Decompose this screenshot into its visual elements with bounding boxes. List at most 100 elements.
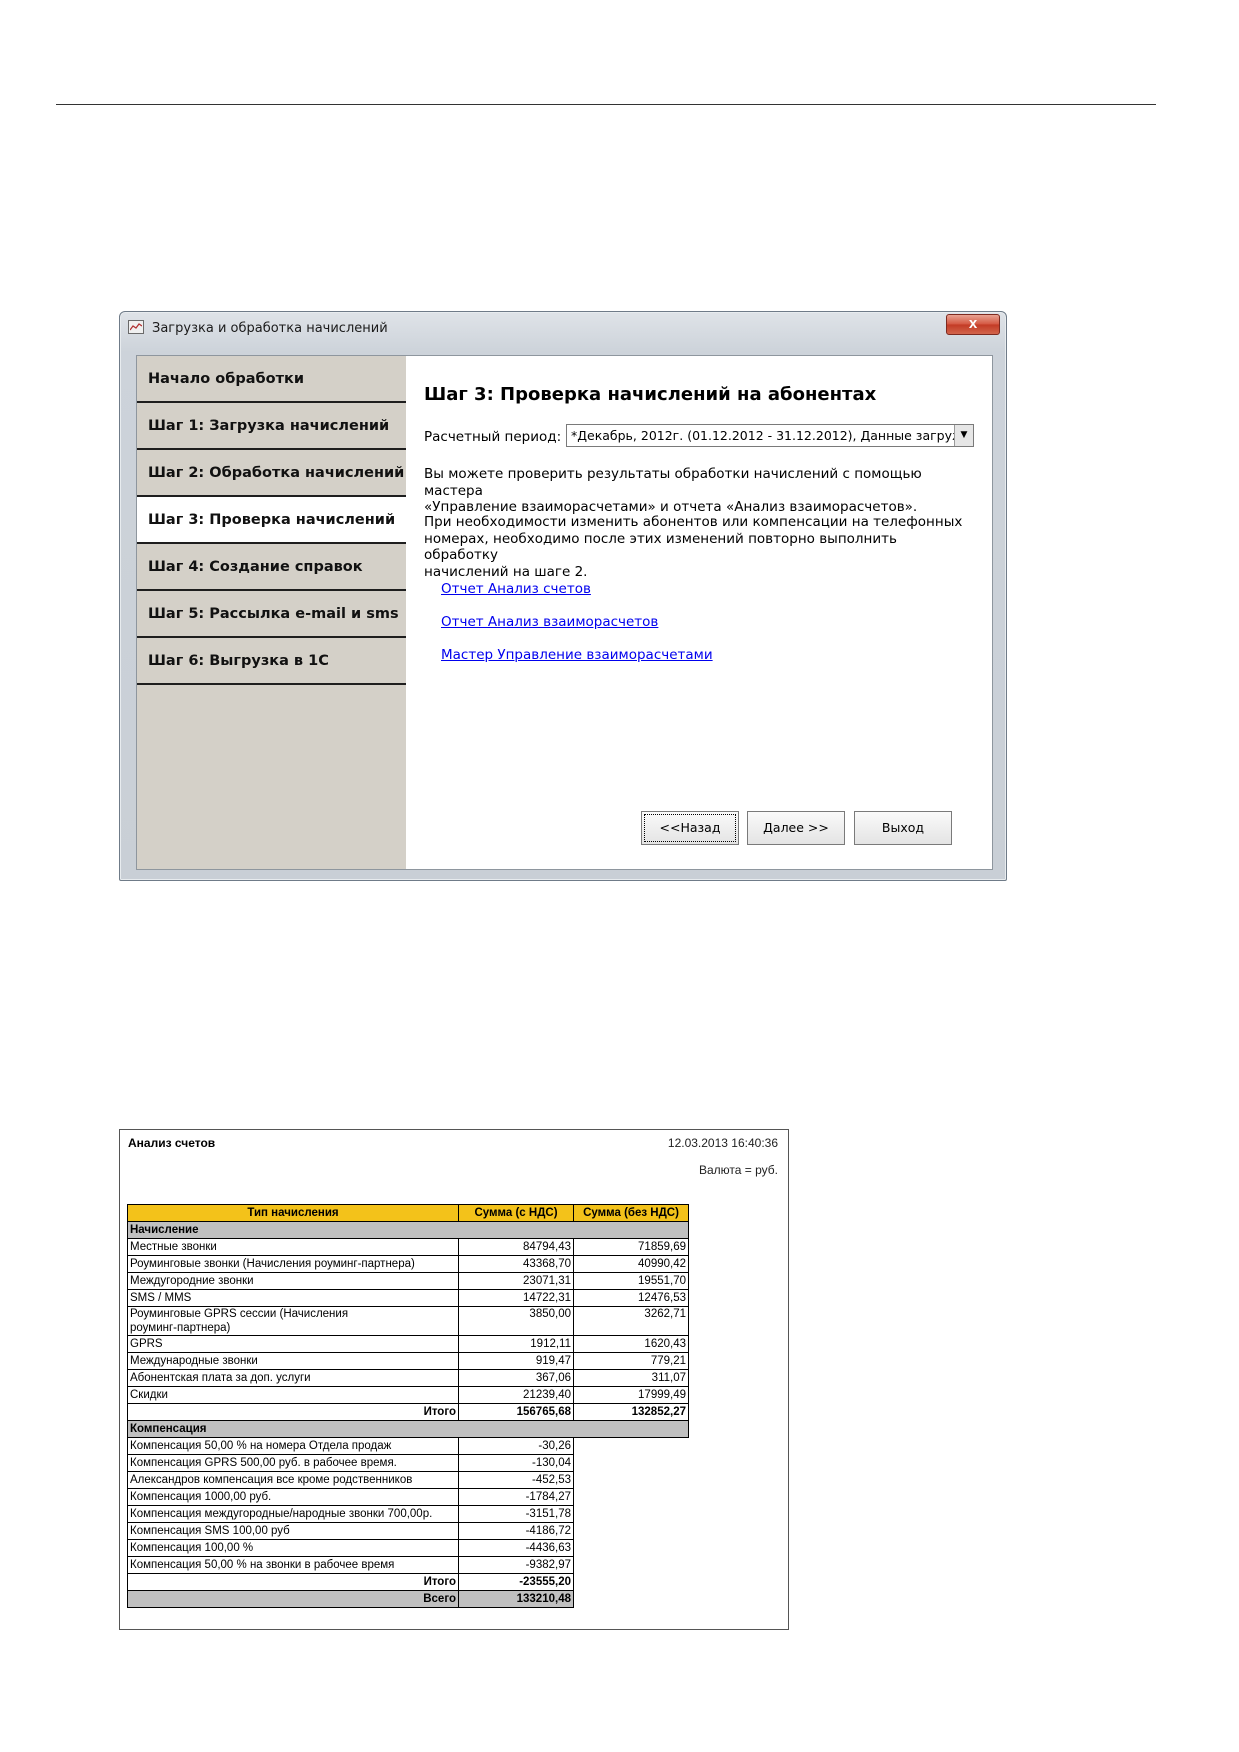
dialog-client-area: Начало обработки Шаг 1: Загрузка начисле… — [136, 355, 993, 870]
row-vat: -452,53 — [458, 1471, 574, 1489]
section-row-charges: Начисление — [127, 1221, 689, 1239]
sidebar-item-step6-export[interactable]: Шаг 6: Выгрузка в 1С — [137, 638, 406, 685]
report-date: 12.03.2013 16:40:36 — [667, 1136, 778, 1150]
row-novat: 71859,69 — [573, 1238, 689, 1256]
total-label: Итого — [127, 1573, 459, 1591]
row-novat: 3262,71 — [573, 1306, 689, 1336]
section-row-compensation: Компенсация — [127, 1420, 689, 1438]
row-name-line2: роуминг-партнера) — [130, 1322, 231, 1334]
window-close-button[interactable]: x — [946, 314, 1000, 335]
grand-total-vat: 133210,48 — [458, 1590, 574, 1608]
row-name: Скидки — [127, 1386, 459, 1404]
link-report-account-analysis[interactable]: Отчет Анализ счетов — [441, 581, 591, 597]
table-row: Скидки 21239,40 17999,49 — [127, 1386, 689, 1404]
row-vat: -1784,27 — [458, 1488, 574, 1506]
row-vat: -4436,63 — [458, 1539, 574, 1557]
step-title: Шаг 3: Проверка начислений на абонентах — [424, 384, 877, 405]
table-row: Междугородние звонки 23071,31 19551,70 — [127, 1272, 689, 1290]
row-name: GPRS — [127, 1335, 459, 1353]
wizard-steps-sidebar: Начало обработки Шаг 1: Загрузка начисле… — [137, 356, 406, 869]
table-row: Абонентская плата за доп. услуги 367,06 … — [127, 1369, 689, 1387]
row-name: Александров компенсация все кроме родств… — [127, 1471, 459, 1489]
sidebar-item-step5-mailing[interactable]: Шаг 5: Рассылка e-mail и sms — [137, 591, 406, 638]
info-paragraph-2-line2: номерах, необходимо после этих изменений… — [424, 530, 897, 564]
sidebar-item-step3-check[interactable]: Шаг 3: Проверка начислений — [137, 497, 406, 544]
info-paragraph-1: Вы можете проверить результаты обработки… — [424, 466, 964, 516]
row-name: Компенсация 50,00 % на номера Отдела про… — [127, 1437, 459, 1455]
row-name: Компенсация междугородные/народные звонк… — [127, 1505, 459, 1523]
info-paragraph-2-line3: начислений на шаге 2. — [424, 563, 588, 580]
row-novat: 19551,70 — [573, 1272, 689, 1290]
table-row: Компенсация междугородные/народные звонк… — [127, 1505, 689, 1523]
row-vat: 43368,70 — [458, 1255, 574, 1273]
row-vat: -3151,78 — [458, 1505, 574, 1523]
header-charge-type: Тип начисления — [127, 1204, 459, 1222]
app-chart-icon — [128, 320, 144, 334]
total-vat: -23555,20 — [458, 1573, 574, 1591]
table-row: Компенсация SMS 100,00 руб -4186,72 — [127, 1522, 689, 1540]
row-name: SMS / MMS — [127, 1289, 459, 1307]
row-name: Международные звонки — [127, 1352, 459, 1370]
chevron-down-icon[interactable]: ▼ — [954, 425, 973, 446]
header-sum-vat: Сумма (с НДС) — [458, 1204, 574, 1222]
row-name: Компенсация 50,00 % на звонки в рабочее … — [127, 1556, 459, 1574]
account-analysis-report: Анализ счетов 12.03.2013 16:40:36 Валюта… — [119, 1129, 789, 1630]
period-select-value: *Декабрь, 2012г. (01.12.2012 - 31.12.201… — [571, 428, 974, 443]
link-settlement-wizard[interactable]: Мастер Управление взаиморасчетами — [441, 647, 713, 663]
table-row: Компенсация 50,00 % на звонки в рабочее … — [127, 1556, 689, 1574]
row-vat: 14722,31 — [458, 1289, 574, 1307]
row-name: Абонентская плата за доп. услуги — [127, 1369, 459, 1387]
sidebar-item-step1-load[interactable]: Шаг 1: Загрузка начислений — [137, 403, 406, 450]
header-sum-novat: Сумма (без НДС) — [573, 1204, 689, 1222]
total-vat: 156765,68 — [458, 1403, 574, 1421]
row-novat: 40990,42 — [573, 1255, 689, 1273]
info-paragraph-2: При необходимости изменить абонентов или… — [424, 514, 964, 580]
sidebar-item-step4-certificates[interactable]: Шаг 4: Создание справок — [137, 544, 406, 591]
link-report-settlement-analysis[interactable]: Отчет Анализ взаиморасчетов — [441, 614, 658, 630]
info-paragraph-2-line1: При необходимости изменить абонентов или… — [424, 514, 963, 530]
section-label: Начисление — [127, 1221, 689, 1239]
table-row: Александров компенсация все кроме родств… — [127, 1471, 689, 1489]
wizard-content-panel: Шаг 3: Проверка начислений на абонентах … — [406, 356, 992, 869]
total-novat: 132852,27 — [573, 1403, 689, 1421]
charges-total-row: Итого 156765,68 132852,27 — [127, 1403, 689, 1421]
row-name: Компенсация 1000,00 руб. — [127, 1488, 459, 1506]
row-vat: -9382,97 — [458, 1556, 574, 1574]
grand-total-row: Всего 133210,48 — [127, 1590, 689, 1608]
row-vat: 919,47 — [458, 1352, 574, 1370]
table-row: Компенсация 1000,00 руб. -1784,27 — [127, 1488, 689, 1506]
row-name-line1: Роуминговые GPRS сессии (Начисления — [130, 1308, 349, 1320]
row-novat: 12476,53 — [573, 1289, 689, 1307]
table-row: Международные звонки 919,47 779,21 — [127, 1352, 689, 1370]
back-button[interactable]: <<Назад — [641, 811, 739, 845]
section-label: Компенсация — [127, 1420, 689, 1438]
row-novat: 1620,43 — [573, 1335, 689, 1353]
period-select[interactable]: *Декабрь, 2012г. (01.12.2012 - 31.12.201… — [566, 424, 974, 447]
row-novat: 311,07 — [573, 1369, 689, 1387]
table-row: Компенсация GPRS 500,00 руб. в рабочее в… — [127, 1454, 689, 1472]
window-titlebar[interactable]: Загрузка и обработка начислений x — [120, 312, 1006, 344]
report-header-row: Тип начисления Сумма (с НДС) Сумма (без … — [127, 1204, 689, 1222]
compensation-total-row: Итого -23555,20 — [127, 1573, 689, 1591]
grand-total-label: Всего — [127, 1590, 459, 1608]
row-vat: 3850,00 — [458, 1306, 574, 1336]
report-table: Тип начисления Сумма (с НДС) Сумма (без … — [127, 1204, 689, 1608]
report-title: Анализ счетов — [128, 1136, 216, 1150]
table-row: Компенсация 100,00 % -4436,63 — [127, 1539, 689, 1557]
info-paragraph-1-line1: Вы можете проверить результаты обработки… — [424, 466, 922, 499]
row-vat: -30,26 — [458, 1437, 574, 1455]
next-button[interactable]: Далее >> — [747, 811, 845, 845]
row-name: Роуминговые звонки (Начисления роуминг-п… — [127, 1255, 459, 1273]
exit-button[interactable]: Выход — [854, 811, 952, 845]
row-name: Компенсация SMS 100,00 руб — [127, 1522, 459, 1540]
row-vat: 367,06 — [458, 1369, 574, 1387]
row-vat: 23071,31 — [458, 1272, 574, 1290]
row-vat: -130,04 — [458, 1454, 574, 1472]
row-vat: 21239,40 — [458, 1386, 574, 1404]
row-name: Местные звонки — [127, 1238, 459, 1256]
row-name: Компенсация GPRS 500,00 руб. в рабочее в… — [127, 1454, 459, 1472]
sidebar-item-step2-process[interactable]: Шаг 2: Обработка начислений — [137, 450, 406, 497]
period-label: Расчетный период: — [424, 429, 562, 445]
row-vat: 1912,11 — [458, 1335, 574, 1353]
sidebar-item-start[interactable]: Начало обработки — [137, 356, 406, 403]
